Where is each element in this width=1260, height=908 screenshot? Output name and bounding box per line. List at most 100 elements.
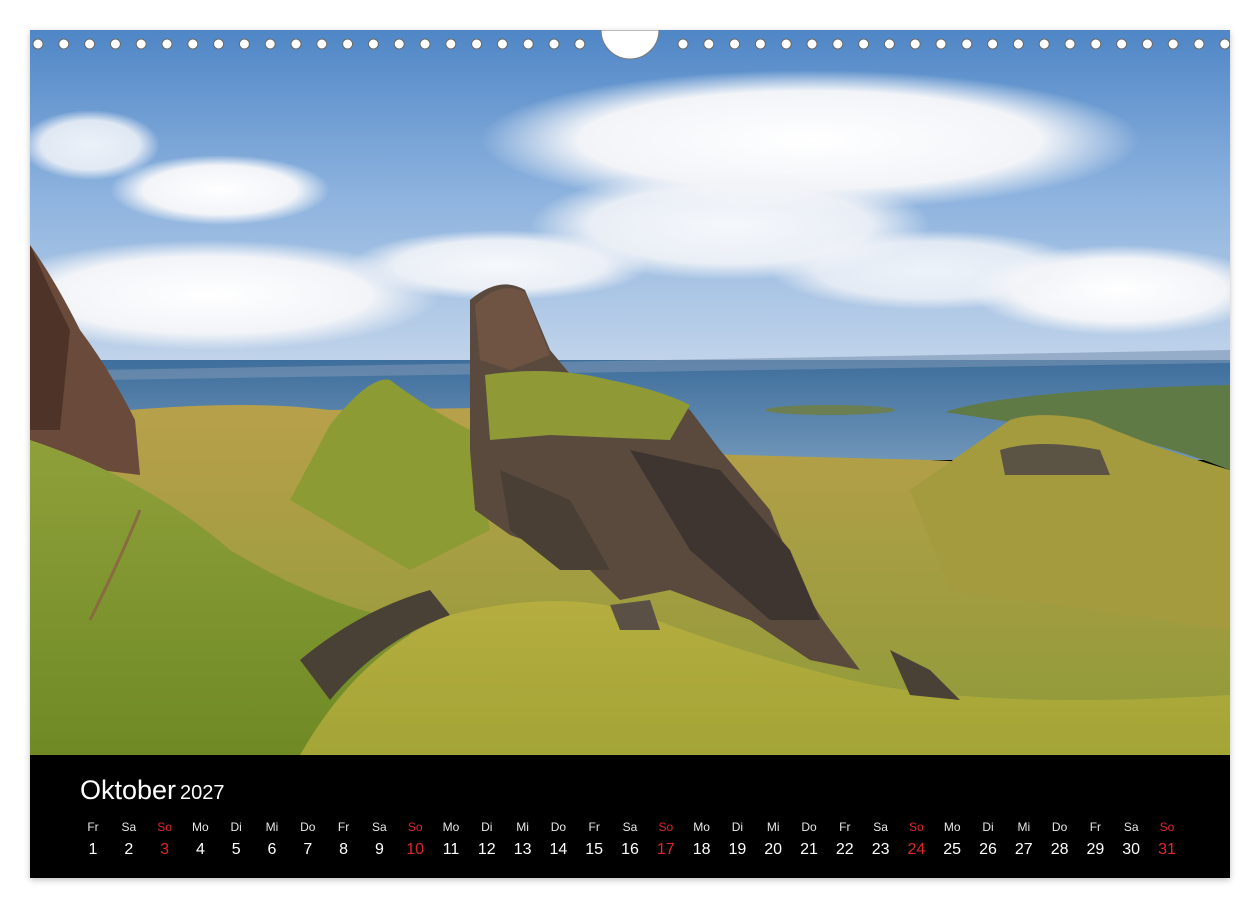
day-cell: Mi 27 <box>1006 819 1042 859</box>
binding-hole <box>58 38 70 50</box>
binding-hole <box>987 38 999 50</box>
binding-hole <box>32 38 44 50</box>
day-number: 3 <box>160 841 170 858</box>
day-cell: So 31 <box>1149 819 1185 859</box>
day-number: 8 <box>339 841 349 858</box>
weekday-label: Fr <box>337 820 350 834</box>
binding-hole <box>471 38 483 50</box>
binding-hole <box>109 38 121 50</box>
day-number: 24 <box>907 841 926 858</box>
day-number: 2 <box>124 841 134 858</box>
day-cell: Do 7 <box>290 819 326 859</box>
binding-hole <box>342 38 354 50</box>
binding-hole <box>419 38 431 50</box>
weekday-label: Sa <box>873 820 888 834</box>
day-number: 29 <box>1086 841 1105 858</box>
day-cell: Fr 15 <box>576 819 612 859</box>
binding-hole <box>1167 38 1179 50</box>
weekday-label: Mo <box>943 820 961 834</box>
day-cell: Di 5 <box>218 819 254 859</box>
binding-hole <box>1116 38 1128 50</box>
binding-hole <box>703 38 715 50</box>
weekday-label: Sa <box>622 820 638 834</box>
binding-hole <box>780 38 792 50</box>
day-number: 7 <box>303 841 313 858</box>
binding-hole <box>445 38 457 50</box>
weekday-label: So <box>1159 820 1175 834</box>
weekday-label: Di <box>982 820 994 834</box>
month-name: Oktober <box>80 775 177 805</box>
binding-hole <box>677 38 689 50</box>
binding-hole <box>367 38 379 50</box>
day-number: 19 <box>728 841 747 858</box>
weekday-label: Fr <box>839 820 851 834</box>
weekday-label: Fr <box>1089 820 1102 834</box>
day-number: 23 <box>871 841 890 858</box>
landscape-photo <box>30 30 1230 755</box>
binding-hole <box>832 38 844 50</box>
binding-hole <box>1219 38 1230 50</box>
weekday-label: Sa <box>372 820 387 834</box>
day-cell: Do 14 <box>540 819 576 859</box>
day-cell: So 17 <box>648 819 684 859</box>
binding-hole <box>729 38 741 50</box>
day-cell: Di 26 <box>970 819 1006 859</box>
weekday-label: Mo <box>192 820 209 834</box>
weekday-label: Di <box>481 820 493 834</box>
day-number: 12 <box>477 841 496 858</box>
weekday-label: Di <box>731 820 744 834</box>
binding-hole <box>909 38 921 50</box>
day-number: 20 <box>764 841 783 858</box>
day-cell: Mo 4 <box>182 819 218 859</box>
weekday-label: Fr <box>87 820 99 834</box>
weekday-label: Mo <box>442 820 460 834</box>
day-number: 11 <box>442 841 460 858</box>
weekday-label: Sa <box>121 820 137 834</box>
weekday-label: Sa <box>1123 820 1139 834</box>
weekday-label: So <box>407 820 423 834</box>
binding-hole <box>213 38 225 50</box>
day-number: 13 <box>513 841 532 858</box>
calendar-page: Oktober 2027 Fr 1 Sa 2 So 3 Mo 4 Di 5 Mi 6 Do 7 Fr 8 Sa 9 S… <box>30 30 1230 878</box>
day-number: 4 <box>195 841 205 858</box>
day-cell: Fr 8 <box>326 819 362 859</box>
day-cell: Mo 11 <box>433 819 469 859</box>
weekday-label: Di <box>230 820 242 834</box>
binding-hole <box>290 38 302 50</box>
year: 2027 <box>180 782 225 804</box>
spiral-binding <box>32 30 1230 60</box>
weekday-label: So <box>658 820 674 834</box>
day-cell: Sa 30 <box>1113 819 1149 859</box>
day-number: 5 <box>231 841 241 858</box>
binding-hole <box>806 38 818 50</box>
binding-hole <box>1038 38 1050 50</box>
day-cell: Fr 29 <box>1077 819 1113 859</box>
day-cell: Sa 23 <box>863 819 899 859</box>
binding-hole <box>187 38 199 50</box>
day-cell: Di 19 <box>719 819 755 859</box>
day-number: 1 <box>88 841 98 858</box>
day-number: 17 <box>656 841 675 858</box>
binding-hole <box>574 38 586 50</box>
day-number: 9 <box>374 841 384 858</box>
weekday-label: Mi <box>1017 820 1031 834</box>
weekday-label: Mi <box>766 820 780 834</box>
day-cell: Fr 22 <box>827 819 863 859</box>
day-cell: So 3 <box>147 819 183 859</box>
binding-hole <box>161 38 173 50</box>
binding-hole <box>522 38 534 50</box>
day-number: 15 <box>585 841 604 858</box>
day-cell: Fr 1 <box>75 819 111 859</box>
day-number: 6 <box>267 841 277 858</box>
weekday-label: So <box>157 820 172 834</box>
day-number: 18 <box>692 841 711 858</box>
day-number: 28 <box>1050 841 1069 858</box>
weekday-label: Do <box>1051 820 1068 834</box>
binding-hole <box>135 38 147 50</box>
day-cell: Mi 6 <box>254 819 290 859</box>
day-cell: Mo 18 <box>684 819 720 859</box>
binding-hole <box>316 38 328 50</box>
weekday-label: Do <box>300 820 316 834</box>
day-number: 10 <box>406 841 425 858</box>
day-cell: Di 12 <box>469 819 505 859</box>
